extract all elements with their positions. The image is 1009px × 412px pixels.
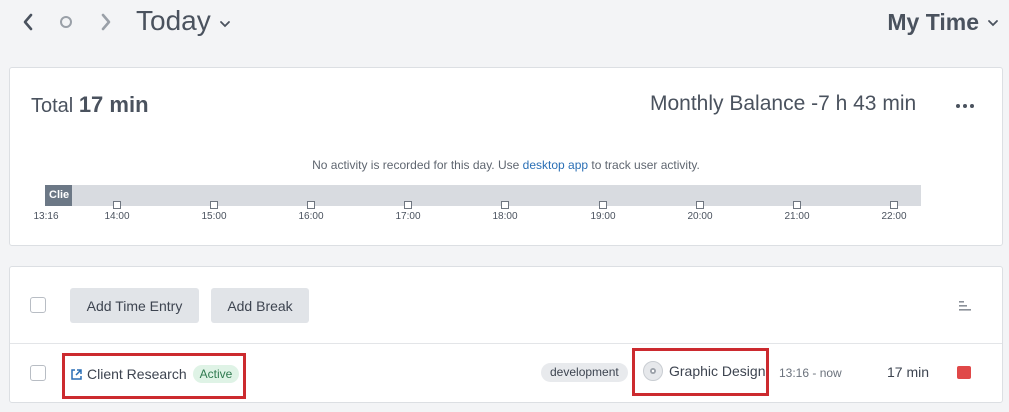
- view-title: My Time: [887, 9, 979, 35]
- view-selector[interactable]: My Time: [887, 9, 999, 36]
- timeline-tick-mark: [599, 201, 607, 209]
- add-break-button[interactable]: Add Break: [211, 288, 309, 323]
- more-horizontal-icon: [956, 104, 960, 108]
- select-all-checkbox[interactable]: [30, 297, 46, 313]
- timeline-tick-mark: [793, 201, 801, 209]
- previous-day-button[interactable]: [16, 8, 40, 36]
- chevron-right-icon: [101, 13, 111, 31]
- entry-time-range: 13:16 - now: [779, 366, 842, 380]
- entries-card: Add Time Entry Add Break Client Research…: [9, 266, 1003, 403]
- timeline-tick-mark: [890, 201, 898, 209]
- chevron-down-icon: [988, 19, 998, 26]
- entry-title: Client Research: [87, 366, 187, 382]
- entry-duration: 17 min: [887, 364, 930, 380]
- timeline-entry-block[interactable]: Clie: [45, 185, 72, 206]
- monthly-balance: Monthly Balance -7 h 43 min: [650, 92, 916, 116]
- add-time-entry-button[interactable]: Add Time Entry: [70, 288, 199, 323]
- balance-label: Monthly Balance: [650, 92, 806, 115]
- timeline-tick-label: 16:00: [298, 211, 324, 222]
- timeline-tick-mark: [210, 201, 218, 209]
- day-selector[interactable]: Today: [136, 5, 231, 37]
- total-time: Total 17 min: [31, 92, 149, 118]
- timeline-tick-label: 13:16: [33, 211, 59, 222]
- more-dot: [970, 104, 974, 108]
- total-value: 17 min: [78, 92, 149, 117]
- chevron-down-icon: [219, 21, 230, 28]
- project-name: Graphic Design: [669, 363, 766, 379]
- total-label: Total: [31, 95, 74, 117]
- timeline-tick-label: 22:00: [881, 211, 907, 222]
- timeline-tick-label: 20:00: [687, 211, 713, 222]
- next-day-button[interactable]: [94, 8, 118, 36]
- day-title: Today: [136, 5, 211, 36]
- timeline-tick-label: 18:00: [492, 211, 518, 222]
- go-to-today-button[interactable]: [54, 8, 78, 36]
- timeline-tick-mark: [113, 201, 121, 209]
- external-link-icon: [71, 368, 82, 380]
- circle-icon: [60, 16, 72, 28]
- status-badge: Active: [192, 365, 240, 383]
- no-activity-message: No activity is recorded for this day. Us…: [10, 158, 1002, 172]
- timeline-tick-label: 17:00: [395, 211, 421, 222]
- chevron-left-icon: [23, 13, 33, 31]
- sort-icon[interactable]: [958, 300, 972, 312]
- tag-chip[interactable]: development: [541, 363, 628, 382]
- timeline-tick-label: 14:00: [104, 211, 130, 222]
- timeline-tick-mark: [696, 201, 704, 209]
- entry-checkbox[interactable]: [30, 365, 46, 381]
- timeline-tick-mark: [404, 201, 412, 209]
- no-activity-prefix: No activity is recorded for this day. Us…: [312, 158, 523, 172]
- timeline-tick-mark: [307, 201, 315, 209]
- timeline-tick-label: 21:00: [784, 211, 810, 222]
- timeline-tick-label: 19:00: [590, 211, 616, 222]
- summary-card: Total 17 min Monthly Balance -7 h 43 min…: [9, 67, 1003, 246]
- timeline-tick-label: 15:00: [201, 211, 227, 222]
- time-entry-row[interactable]: Client Research Active development Graph…: [10, 344, 1002, 402]
- more-options-button[interactable]: [954, 96, 976, 116]
- timeline-tick-mark: [501, 201, 509, 209]
- top-bar: Today My Time: [0, 0, 1009, 50]
- balance-value: -7 h 43 min: [811, 92, 917, 115]
- entry-title-link[interactable]: Client Research Active: [70, 365, 240, 383]
- stop-icon[interactable]: [957, 366, 971, 379]
- project-selector[interactable]: Graphic Design: [643, 361, 766, 381]
- desktop-app-link[interactable]: desktop app: [523, 158, 588, 172]
- more-dot: [963, 104, 967, 108]
- activity-timeline: Clie: [45, 185, 921, 206]
- project-avatar-icon: [643, 361, 663, 381]
- entries-toolbar: Add Time Entry Add Break: [10, 267, 1002, 344]
- no-activity-suffix: to track user activity.: [588, 158, 700, 172]
